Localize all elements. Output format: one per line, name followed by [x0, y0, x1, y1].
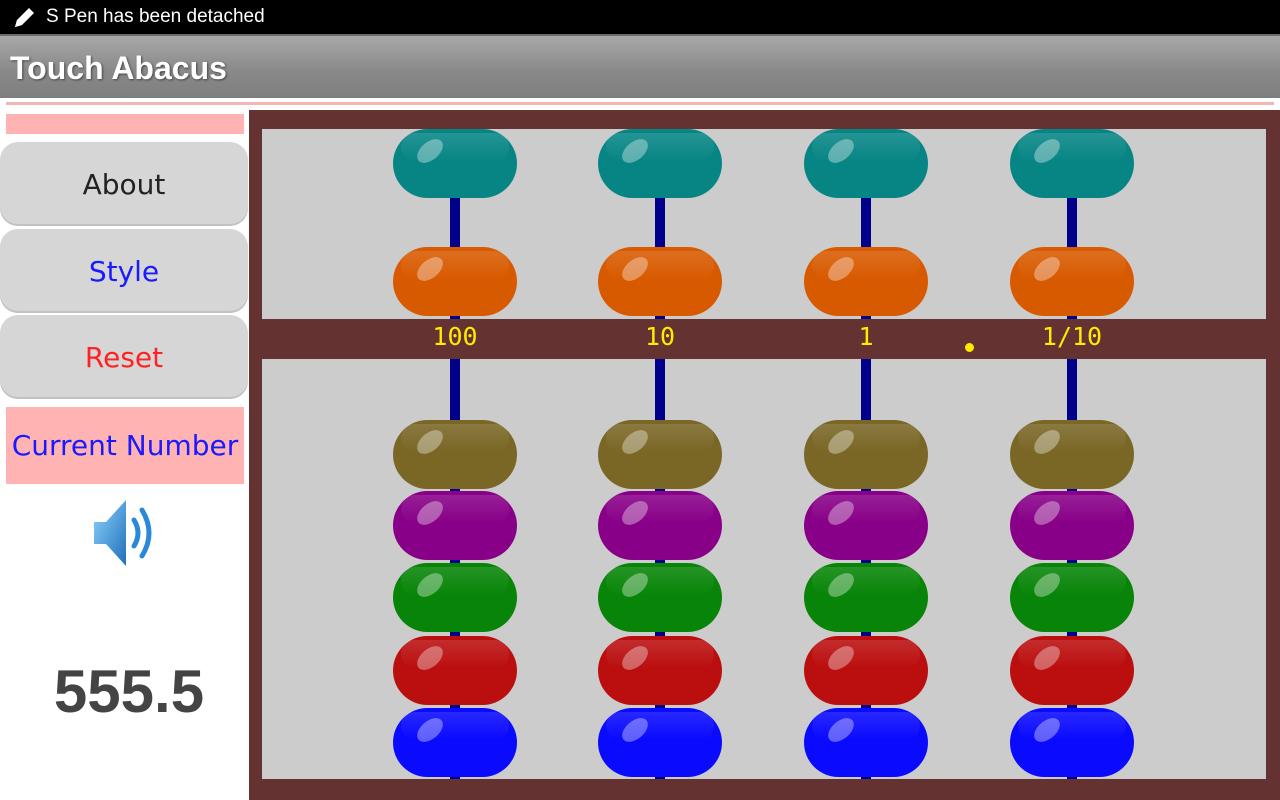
current-number-button[interactable]: Current Number [6, 407, 244, 484]
divider [6, 102, 1274, 105]
heaven-bead[interactable] [1010, 247, 1134, 316]
earth-bead[interactable] [1010, 636, 1134, 705]
earth-bead[interactable] [393, 563, 517, 632]
place-value-label: 100 [432, 322, 478, 351]
place-value-label: 10 [644, 322, 676, 351]
action-bar: Touch Abacus [0, 34, 1280, 98]
heaven-bead[interactable] [804, 129, 928, 198]
reset-button[interactable]: Reset [0, 315, 248, 399]
place-value-label: 1/10 [1041, 322, 1103, 351]
style-button[interactable]: Style [0, 229, 248, 313]
status-bar: S Pen has been detached [0, 0, 1280, 34]
current-number-value: 555.5 [53, 658, 205, 725]
heaven-bead[interactable] [1010, 129, 1134, 198]
sidebar-top-bar [6, 114, 244, 134]
earth-bead[interactable] [598, 708, 722, 777]
earth-bead[interactable] [1010, 420, 1134, 489]
sidebar: About Style Reset Current Number 555.5 [0, 112, 248, 800]
earth-bead[interactable] [804, 420, 928, 489]
app-title: Touch Abacus [10, 50, 227, 86]
place-value-label: 1 [858, 322, 874, 351]
status-message: S Pen has been detached [46, 6, 265, 27]
earth-bead[interactable] [393, 708, 517, 777]
earth-bead[interactable] [804, 708, 928, 777]
earth-bead[interactable] [393, 491, 517, 560]
earth-bead[interactable] [598, 563, 722, 632]
pen-icon [15, 8, 34, 27]
earth-bead[interactable] [1010, 708, 1134, 777]
about-button[interactable]: About [0, 142, 248, 226]
heaven-bead[interactable] [804, 247, 928, 316]
earth-bead[interactable] [598, 420, 722, 489]
decimal-point [965, 343, 974, 352]
earth-bead[interactable] [804, 491, 928, 560]
earth-bead[interactable] [804, 563, 928, 632]
heaven-bead[interactable] [393, 247, 517, 316]
earth-bead[interactable] [598, 636, 722, 705]
earth-bead[interactable] [1010, 491, 1134, 560]
earth-bead[interactable] [598, 491, 722, 560]
earth-bead[interactable] [393, 420, 517, 489]
earth-bead[interactable] [393, 636, 517, 705]
earth-bead[interactable] [1010, 563, 1134, 632]
speaker-icon[interactable] [90, 492, 160, 574]
abacus-frame[interactable]: 100 10 1 1/10 [249, 110, 1280, 800]
heaven-bead[interactable] [598, 247, 722, 316]
earth-bead[interactable] [804, 636, 928, 705]
heaven-bead[interactable] [393, 129, 517, 198]
heaven-bead[interactable] [598, 129, 722, 198]
